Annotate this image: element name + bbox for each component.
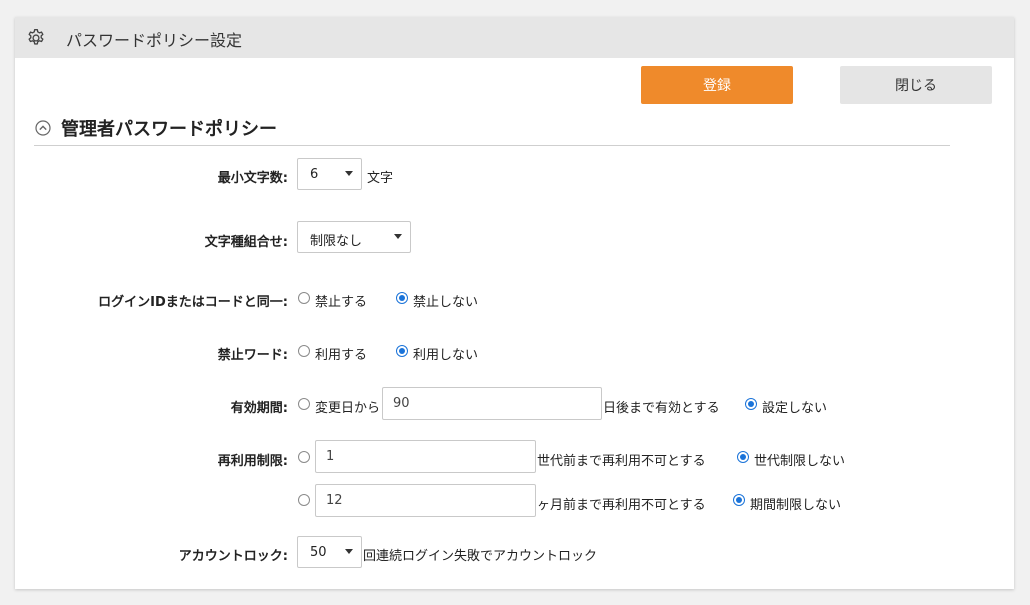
chevron-down-icon [394,234,402,239]
forbidden-words-label: 禁止ワード: [217,348,288,363]
lockout-select[interactable]: 50 [297,536,362,568]
chevron-down-icon [345,549,353,554]
title-bar: パスワードポリシー設定 [15,17,1014,58]
expiry-none-radio[interactable] [745,398,757,410]
expiry-label: 有効期間: [230,401,288,416]
close-button[interactable]: 閉じる [840,66,992,104]
section-title: 管理者パスワードポリシー [61,119,277,140]
forbidden-words-use-radio[interactable] [298,345,310,357]
char-types-label: 文字種組合せ: [204,235,288,250]
reuse-generations-none-label: 世代制限しない [754,454,846,469]
forbidden-words-nouse-radio[interactable] [396,345,408,357]
reuse-months-radio[interactable] [298,494,310,506]
same-as-id-allow-label: 禁止しない [413,295,479,310]
min-length-select[interactable]: 6 [297,158,362,190]
char-types-select[interactable]: 制限なし [297,221,411,253]
register-button[interactable]: 登録 [641,66,793,104]
reuse-generations-radio[interactable] [298,451,310,463]
lockout-suffix: 回連続ログイン失敗でアカウントロック [363,549,598,564]
section-header: 管理者パスワードポリシー [34,115,950,146]
min-length-label: 最小文字数: [217,171,288,186]
gear-icon [28,29,44,45]
reuse-generations-input[interactable] [315,440,536,473]
expiry-suffix: 日後まで有効とする [603,401,720,416]
expiry-prefix: 変更日から [315,401,381,416]
reuse-months-input[interactable] [315,484,536,517]
char-types-value: 制限なし [310,234,363,249]
forbidden-words-nouse-label: 利用しない [413,348,479,363]
reuse-months-none-label: 期間制限しない [750,498,842,513]
forbidden-words-use-label: 利用する [315,348,368,363]
expiry-none-label: 設定しない [762,401,828,416]
same-as-id-forbid-radio[interactable] [298,292,310,304]
reuse-months-suffix: ヶ月前まで再利用不可とする [537,498,706,513]
min-length-value: 6 [310,167,319,182]
lockout-label: アカウントロック: [178,549,288,564]
expiry-days-radio[interactable] [298,398,310,410]
chevron-down-icon [345,171,353,176]
same-as-id-label: ログインIDまたはコードと同一: [98,295,288,310]
chevron-up-circle-icon[interactable] [35,120,51,136]
password-policy-panel: パスワードポリシー設定 登録 閉じる 管理者パスワードポリシー 最小文字数: 6… [15,17,1014,589]
expiry-days-input[interactable] [382,387,602,420]
same-as-id-allow-radio[interactable] [396,292,408,304]
reuse-generations-suffix: 世代前まで再利用不可とする [537,454,706,469]
page-title: パスワードポリシー設定 [66,31,243,50]
reuse-months-none-radio[interactable] [733,494,745,506]
lockout-value: 50 [310,545,327,560]
same-as-id-forbid-label: 禁止する [315,295,368,310]
reuse-label: 再利用制限: [217,454,288,469]
min-length-unit: 文字 [367,171,394,186]
reuse-generations-none-radio[interactable] [737,451,749,463]
